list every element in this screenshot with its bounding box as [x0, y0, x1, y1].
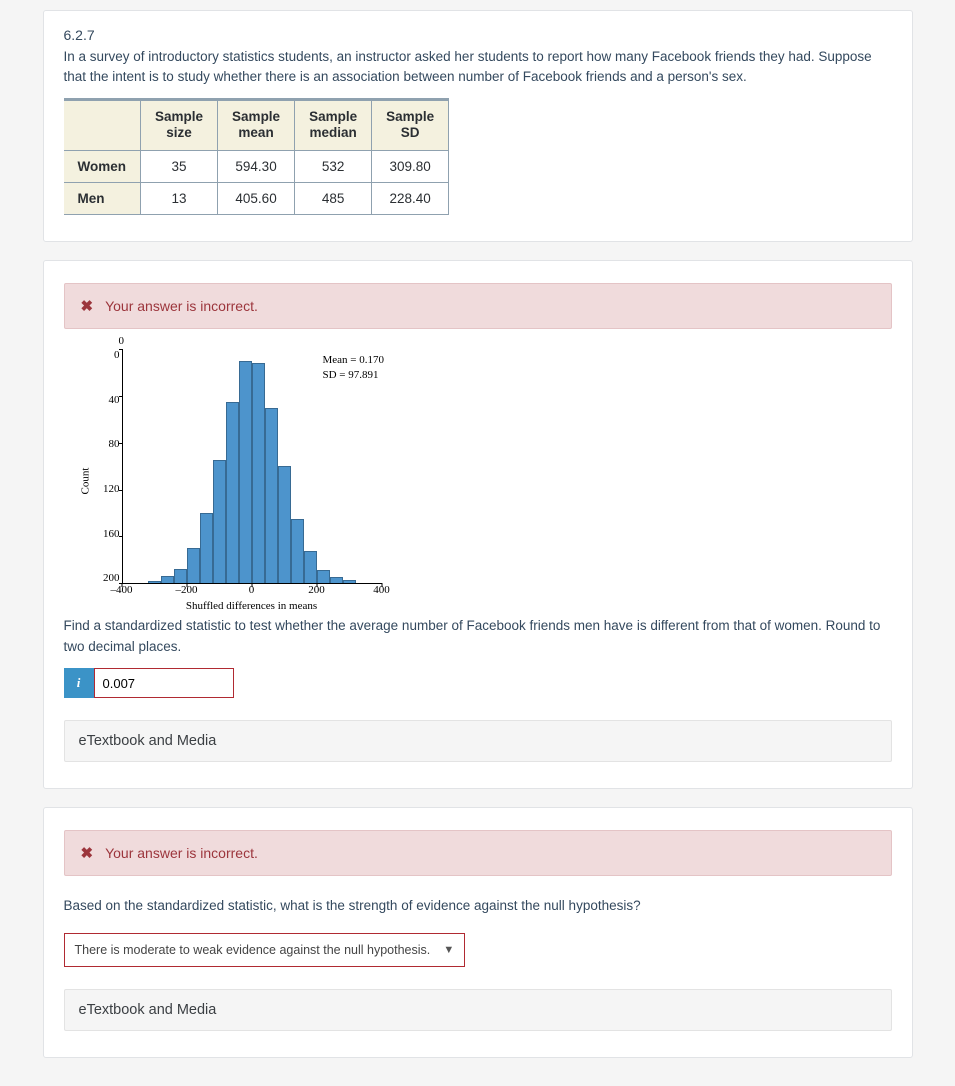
- histogram-bar: [226, 402, 239, 583]
- plot-area: 0 Mean = 0.170 SD = 97.891: [122, 349, 382, 584]
- histogram-bar: [304, 551, 317, 584]
- origin-label: 0: [119, 335, 125, 347]
- cell: 309.80: [372, 151, 449, 183]
- histogram-chart: Count 0 40 80 120 160 200 0 Mean = 0.170…: [90, 349, 400, 612]
- histogram-bar: [161, 576, 174, 583]
- histogram-bar: [330, 577, 343, 583]
- y-ticks: 0 40 80 120 160 200: [90, 349, 122, 584]
- x-axis-label: Shuffled differences in means: [122, 600, 382, 612]
- question-text: In a survey of introductory statistics s…: [64, 47, 892, 88]
- question-card: 6.2.7 In a survey of introductory statis…: [43, 10, 913, 242]
- etextbook-button[interactable]: eTextbook and Media: [64, 720, 892, 762]
- incorrect-icon: ✖: [81, 299, 94, 314]
- table-header: [64, 99, 141, 151]
- question-number: 6.2.7: [64, 27, 892, 43]
- part-card: ✖ Your answer is incorrect. Based on the…: [43, 807, 913, 1058]
- table-header: Samplemean: [218, 99, 295, 151]
- hint-button[interactable]: i: [64, 668, 94, 698]
- row-label: Women: [64, 151, 141, 183]
- table-header: Samplesize: [141, 99, 218, 151]
- table-header: Samplemedian: [295, 99, 372, 151]
- histogram-bar: [343, 580, 356, 584]
- feedback-text: Your answer is incorrect.: [105, 845, 258, 861]
- histogram-bar: [291, 519, 304, 583]
- cell: 485: [295, 183, 372, 215]
- part-card: ✖ Your answer is incorrect. Count 0 40 8…: [43, 260, 913, 789]
- histogram-bar: [239, 361, 252, 583]
- histogram-bar: [174, 569, 187, 583]
- histogram-bar: [200, 513, 213, 583]
- feedback-banner: ✖ Your answer is incorrect.: [64, 283, 892, 329]
- histogram-bar: [278, 466, 291, 583]
- table-header: SampleSD: [372, 99, 449, 151]
- evidence-dropdown[interactable]: There is moderate to weak evidence again…: [64, 933, 466, 967]
- histogram-bar: [187, 548, 200, 583]
- histogram-bar: [265, 408, 278, 584]
- cell: 228.40: [372, 183, 449, 215]
- histogram-bar: [148, 581, 161, 583]
- row-label: Men: [64, 183, 141, 215]
- histogram-bar: [213, 460, 226, 583]
- dropdown-selected: There is moderate to weak evidence again…: [75, 943, 431, 957]
- y-axis-label: Count: [79, 467, 91, 494]
- table-row: Men 13 405.60 485 228.40: [64, 183, 449, 215]
- feedback-text: Your answer is incorrect.: [105, 298, 258, 314]
- etextbook-button[interactable]: eTextbook and Media: [64, 989, 892, 1031]
- cell: 35: [141, 151, 218, 183]
- histogram-bar: [252, 363, 265, 583]
- part-prompt: Find a standardized statistic to test wh…: [64, 616, 892, 658]
- chevron-down-icon: ▼: [443, 944, 454, 956]
- summary-table: Samplesize Samplemean Samplemedian Sampl…: [64, 98, 450, 216]
- answer-input[interactable]: [94, 668, 234, 698]
- histogram-bar: [317, 570, 330, 583]
- cell: 13: [141, 183, 218, 215]
- incorrect-icon: ✖: [81, 846, 94, 861]
- cell: 594.30: [218, 151, 295, 183]
- cell: 532: [295, 151, 372, 183]
- x-ticks: –400–2000200400: [122, 584, 382, 598]
- table-row: Women 35 594.30 532 309.80: [64, 151, 449, 183]
- cell: 405.60: [218, 183, 295, 215]
- feedback-banner: ✖ Your answer is incorrect.: [64, 830, 892, 876]
- part-prompt: Based on the standardized statistic, wha…: [64, 896, 892, 917]
